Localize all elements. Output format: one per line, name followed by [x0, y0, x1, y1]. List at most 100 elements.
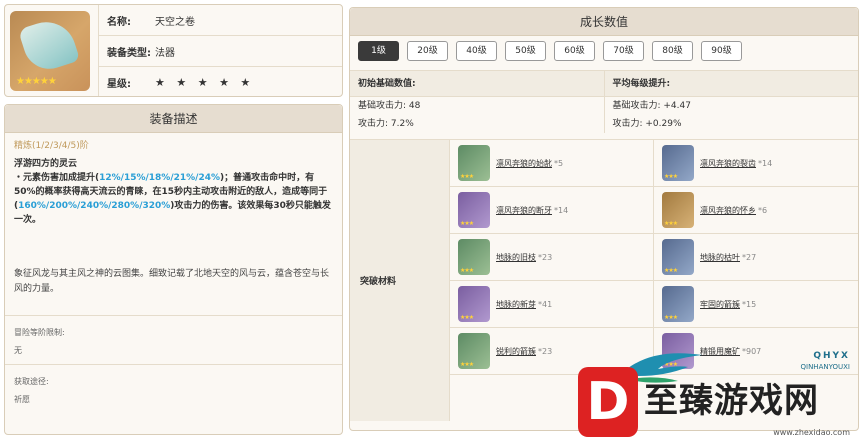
material-name[interactable]: 凛风奔狼的裂齿: [700, 158, 756, 169]
broken-fang-icon: ★★★: [458, 192, 490, 228]
item-info-card: ★★★★★ 名称: 天空之卷 装备类型: 法器 星级: ★ ★ ★ ★ ★: [4, 4, 343, 97]
material-stars: ★★★: [460, 314, 474, 321]
material-name[interactable]: 地脉的枯叶: [700, 252, 740, 263]
rarity-row: 星级: ★ ★ ★ ★ ★: [99, 67, 342, 98]
material-name[interactable]: 地脉的新芽: [496, 299, 536, 310]
level-tab[interactable]: 70级: [603, 41, 644, 61]
watermark: D QHYX QINHANYOUXI 至臻游戏网 www.zhexidao.co…: [578, 345, 864, 441]
avg-atk: 基础攻击力: +4.47: [612, 101, 691, 111]
base-atk: 基础攻击力: 48: [358, 101, 421, 111]
avg-stats: 平均每级提升: 基础攻击力: +4.47 攻击力: +0.29%: [603, 71, 858, 133]
type-row: 装备类型: 法器: [99, 36, 342, 67]
material-count: *27: [742, 252, 757, 262]
watermark-title: 至臻游戏网: [644, 381, 819, 421]
material-stars: ★★★: [664, 267, 678, 274]
material-item[interactable]: ★★★ 凛风奔狼的怀乡 *6: [654, 187, 858, 234]
source-label: 获取途径:: [14, 377, 49, 386]
description-card: 装备描述 精炼(1/2/3/4/5)阶 浮游四方的灵云 ・元素伤害加成提升(12…: [4, 104, 343, 435]
horn-icon: ★★★: [662, 192, 694, 228]
stats-table: 初始基础数值: 基础攻击力: 48 攻击力: 7.2% 平均每级提升: 基础攻击…: [350, 70, 858, 133]
material-count: *15: [742, 299, 757, 309]
base-stats: 初始基础数值: 基础攻击力: 48 攻击力: 7.2%: [350, 71, 604, 133]
material-count: *23: [538, 252, 553, 262]
refine-label: 精炼(1/2/3/4/5)阶: [14, 141, 89, 151]
adventure-rank-label: 冒险等阶限制:: [14, 328, 65, 337]
material-count: *5: [554, 158, 564, 168]
material-name[interactable]: 凛风奔狼的怀乡: [700, 205, 756, 216]
fang-icon: ★★★: [662, 145, 694, 181]
material-item[interactable]: ★★★ 牢固的箭簇 *15: [654, 281, 858, 328]
level-tab[interactable]: 60级: [554, 41, 595, 61]
rarity-label: 星级:: [107, 79, 131, 90]
watermark-brand-sub: QINHANYOUXI: [800, 363, 851, 371]
material-item[interactable]: ★★★ 地脉的新芽 *41: [450, 281, 654, 328]
material-item[interactable]: ★★★ 地脉的枯叶 *27: [654, 234, 858, 281]
level-tab[interactable]: 1级: [358, 41, 399, 61]
type-value: 法器: [155, 47, 175, 59]
watermark-d-icon: D: [578, 367, 638, 437]
sprout-icon: ★★★: [458, 286, 490, 322]
divider: [5, 315, 342, 316]
material-count: *6: [758, 205, 768, 215]
leaf-icon: ★★★: [662, 239, 694, 275]
left-panel: ★★★★★ 名称: 天空之卷 装备类型: 法器 星级: ★ ★ ★ ★ ★ 装备…: [4, 4, 343, 435]
material-name[interactable]: 牢固的箭簇: [700, 299, 740, 310]
rarity-stars: ★ ★ ★ ★ ★: [155, 76, 255, 89]
material-item[interactable]: ★★★ 凛风奔狼的裂齿 *14: [654, 140, 858, 187]
material-count: *41: [538, 299, 553, 309]
level-tab[interactable]: 20级: [407, 41, 448, 61]
rarity-stars-overlay: ★★★★★: [16, 76, 57, 87]
avg-sub: 攻击力: +0.29%: [612, 119, 682, 129]
material-stars: ★★★: [664, 220, 678, 227]
material-name[interactable]: 凛风奔狼的断牙: [496, 205, 552, 216]
name-row: 名称: 天空之卷: [99, 5, 342, 36]
level-tab[interactable]: 40级: [456, 41, 497, 61]
material-stars: ★★★: [460, 220, 474, 227]
level-tab[interactable]: 80级: [652, 41, 693, 61]
weapon-image: ★★★★★: [10, 11, 90, 91]
base-stats-head: 初始基础数值:: [350, 71, 604, 97]
material-stars: ★★★: [460, 267, 474, 274]
material-count: *23: [538, 346, 553, 356]
level-tab[interactable]: 90级: [701, 41, 742, 61]
source-value: 祈愿: [14, 395, 30, 404]
avg-stats-head: 平均每级提升:: [604, 71, 858, 97]
material-stars: ★★★: [664, 314, 678, 321]
branch-icon: ★★★: [458, 239, 490, 275]
passive-name: 浮游四方的灵云: [14, 159, 78, 169]
level-tab[interactable]: 50级: [505, 41, 546, 61]
material-item[interactable]: ★★★ 地脉的旧枝 *23: [450, 234, 654, 281]
material-stars: ★★★: [664, 173, 678, 180]
type-label: 装备类型:: [107, 47, 151, 59]
adventure-rank-value: 无: [14, 346, 22, 355]
material-stars: ★★★: [460, 173, 474, 180]
lore-text: 象征风龙与其主风之神的云图集。细致记载了北地天空的风与云，蕴含苍空与长风的力量。: [14, 269, 330, 294]
tooth-icon: ★★★: [458, 145, 490, 181]
watermark-url: www.zhexidao.com: [773, 428, 850, 437]
divider: [5, 364, 342, 365]
materials-label: 突破材料: [350, 140, 450, 421]
base-sub: 攻击力: 7.2%: [358, 119, 414, 129]
sharp-arrowhead-icon: ★★★: [458, 333, 490, 369]
passive-value-1: 12%/15%/18%/21%/24%: [99, 173, 220, 183]
material-item[interactable]: ★★★ 凛风奔狼的始龀 *5: [450, 140, 654, 187]
growth-title: 成长数值: [350, 8, 858, 36]
watermark-brand: QHYX: [813, 351, 850, 361]
material-name[interactable]: 地脉的旧枝: [496, 252, 536, 263]
wing-icon: [17, 14, 81, 76]
material-stars: ★★★: [460, 361, 474, 368]
item-info-rows: 名称: 天空之卷 装备类型: 法器 星级: ★ ★ ★ ★ ★: [98, 5, 342, 96]
arrowhead-icon: ★★★: [662, 286, 694, 322]
description-body: 精炼(1/2/3/4/5)阶 浮游四方的灵云 ・元素伤害加成提升(12%/15%…: [5, 133, 342, 413]
material-count: *14: [554, 205, 569, 215]
level-tabs: 1级 20级 40级 50级 60级 70级 80级 90级: [350, 36, 858, 66]
passive-value-2: 160%/200%/240%/280%/320%: [18, 201, 171, 211]
name-value: 天空之卷: [155, 16, 195, 28]
material-name[interactable]: 锐利的箭簇: [496, 346, 536, 357]
material-item[interactable]: ★★★ 凛风奔狼的断牙 *14: [450, 187, 654, 234]
passive-description: ・元素伤害加成提升(12%/15%/18%/21%/24%)；普通攻击命中时，有…: [14, 173, 331, 225]
material-count: *14: [758, 158, 773, 168]
material-name[interactable]: 凛风奔狼的始龀: [496, 158, 552, 169]
name-label: 名称:: [107, 16, 131, 28]
description-title: 装备描述: [5, 105, 342, 133]
